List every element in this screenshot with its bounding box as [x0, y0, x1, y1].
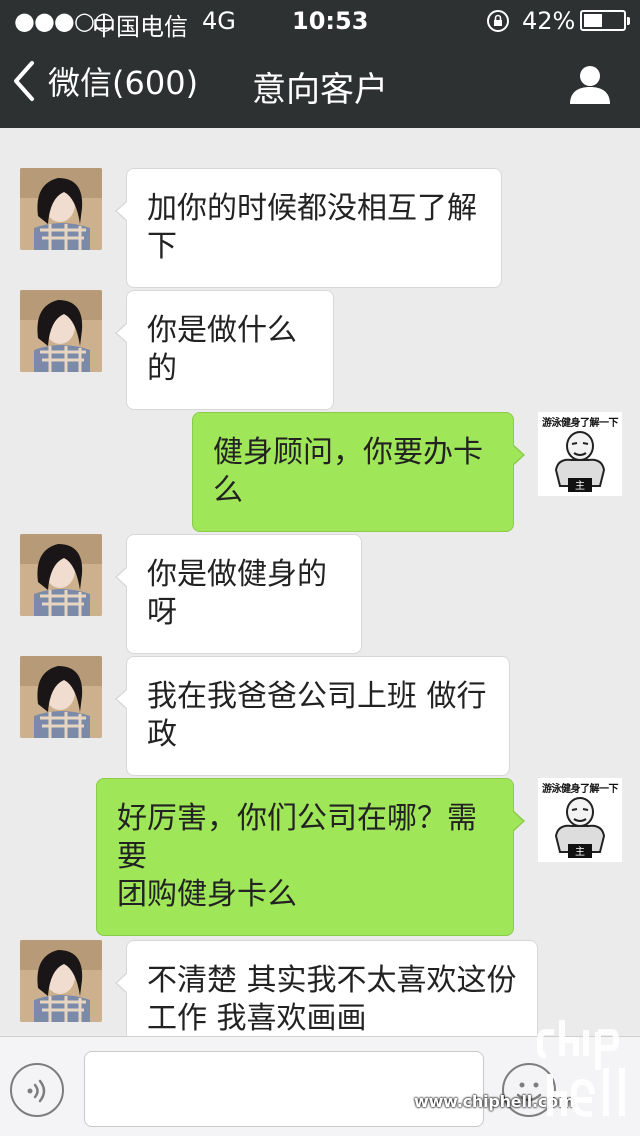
message-text-line: 团购健身卡么: [117, 877, 297, 912]
battery-percent: 42%: [522, 7, 576, 35]
clock: 10:53: [292, 7, 369, 35]
message-text: 你是做健身的呀: [147, 557, 327, 630]
voice-icon: [27, 1079, 46, 1103]
contact-avatar[interactable]: [20, 290, 102, 372]
svg-text:主: 主: [575, 846, 585, 858]
muscle-man-icon: 主: [554, 431, 606, 492]
navigation-bar: 微信(600) 意向客户: [0, 40, 640, 128]
my-avatar-sticker[interactable]: 游泳健身了解一下 主: [538, 778, 622, 862]
page-title: 意向客户: [252, 70, 388, 110]
rotation-lock-icon: [486, 9, 510, 33]
carrier-label: 中国电信: [92, 13, 188, 41]
incoming-message[interactable]: 你是做什么的: [115, 290, 334, 410]
outgoing-message[interactable]: 好厉害，你们公司在哪？需要 团购健身卡么: [96, 778, 525, 936]
message-text: 你是做什么的: [147, 313, 297, 386]
network-type: 4G: [202, 7, 236, 35]
chiphell-watermark-logo: [537, 1020, 625, 1118]
message-text-line: 好厉害，你们公司在哪？需要: [117, 801, 477, 874]
voice-toggle-button[interactable]: [10, 1063, 64, 1117]
message-text-line: 不清楚 其实我不太喜欢这份: [147, 963, 517, 998]
message-text-line: 工作 我喜欢画画: [147, 1001, 367, 1036]
contact-avatar[interactable]: [20, 168, 102, 250]
wechat-chat-screen: ●●●○○ 中国电信 4G 10:53 42% 微信(600) 意向客户 加你的…: [0, 0, 640, 1136]
muscle-man-icon: 主: [554, 797, 606, 858]
incoming-message[interactable]: 我在我爸爸公司上班 做行政: [115, 656, 510, 776]
message-list[interactable]: 加你的时候都没相互了解下 你是做什么的 健身顾问，你要办卡么 游泳健身了解一下: [0, 128, 640, 1036]
message-text: 健身顾问，你要办卡么: [213, 435, 483, 508]
my-avatar-sticker[interactable]: 游泳健身了解一下 主: [538, 412, 622, 496]
message-input[interactable]: [84, 1051, 484, 1127]
message-text: 我在我爸爸公司上班 做行政: [147, 679, 487, 752]
contact-profile-button[interactable]: [568, 62, 612, 106]
contact-avatar[interactable]: [20, 940, 102, 1022]
contact-avatar[interactable]: [20, 656, 102, 738]
message-text: 加你的时候都没相互了解下: [147, 191, 477, 264]
incoming-message[interactable]: 不清楚 其实我不太喜欢这份 工作 我喜欢画画: [115, 940, 538, 1036]
status-bar: ●●●○○ 中国电信 4G 10:53 42%: [0, 0, 640, 41]
person-icon: [570, 66, 610, 104]
battery-icon: [580, 10, 630, 31]
svg-text:主: 主: [575, 480, 585, 492]
contact-avatar[interactable]: [20, 534, 102, 616]
incoming-message[interactable]: 加你的时候都没相互了解下: [115, 168, 502, 288]
outgoing-message[interactable]: 健身顾问，你要办卡么: [192, 412, 525, 532]
incoming-message[interactable]: 你是做健身的呀: [115, 534, 362, 654]
